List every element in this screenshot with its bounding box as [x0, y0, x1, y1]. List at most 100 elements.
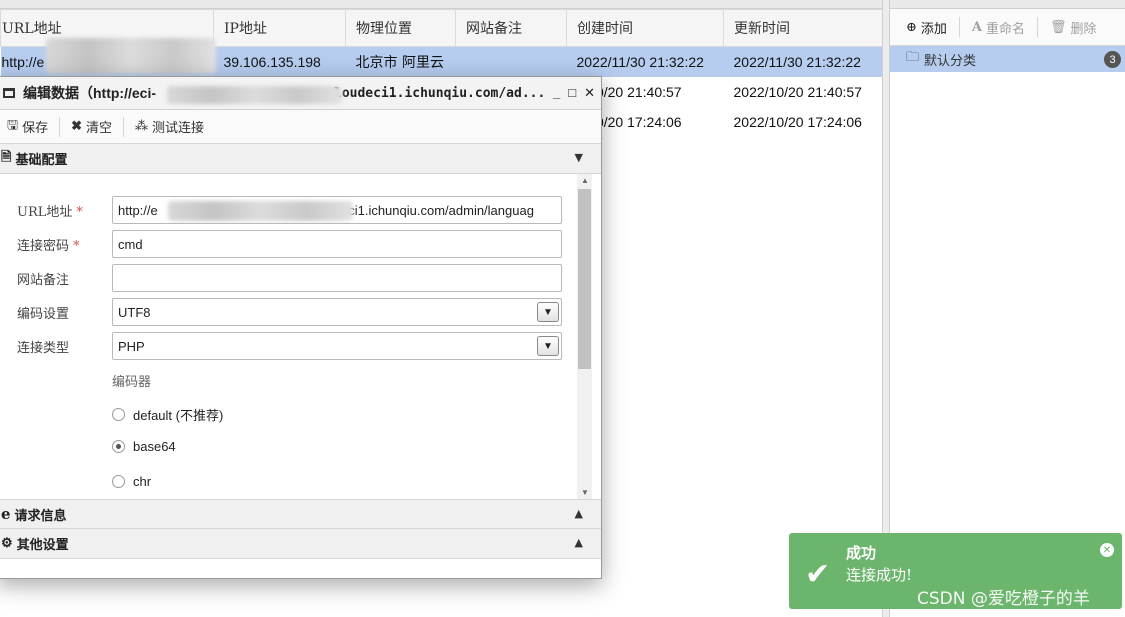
save-label: 保存: [22, 121, 49, 136]
scroll-up-icon[interactable]: ▲: [581, 176, 589, 185]
redaction-blur: [167, 86, 342, 104]
count-badge: 3: [1104, 51, 1121, 68]
plus-circle-icon: ⊕: [906, 19, 917, 35]
type-value: PHP: [118, 338, 145, 354]
encoder-option-label: default (不推荐): [133, 408, 224, 423]
watermark: CSDN @爱吃橙子的羊: [917, 589, 1090, 609]
password-label: 连接密码 *: [17, 238, 80, 254]
section-other-settings[interactable]: ⚙ 其他设置 ▲: [0, 529, 601, 559]
cell-updated: 2022/10/20 21:40:57: [733, 83, 862, 100]
dialog-title-suffix: loudeci1.ichunqiu.com/ad...: [334, 85, 546, 101]
url-value-suffix: deci1.ichunqiu.com/admin/languag: [333, 202, 534, 218]
encoding-select[interactable]: UTF8 ▼: [112, 298, 562, 326]
minimize-button[interactable]: _: [553, 85, 560, 101]
section-title: 请求信息: [14, 508, 67, 524]
trash-icon: 🗑: [1050, 19, 1067, 35]
section-basic-config[interactable]: 🗎 基础配置 ▼: [0, 144, 601, 174]
cell-created: 2022/11/30 21:32:22: [566, 46, 724, 77]
window-controls: _ □ ✕: [549, 85, 595, 101]
column-header-ip[interactable]: IP地址: [213, 9, 346, 47]
password-input[interactable]: cmd: [112, 230, 562, 258]
chevron-up-icon: ▲: [574, 507, 583, 520]
toolbar-divider: [958, 17, 960, 37]
toast-title: 成功: [846, 544, 877, 562]
window-icon: [3, 88, 15, 98]
category-item-label: 默认分类: [924, 53, 977, 69]
redaction-blur: [168, 201, 353, 221]
encoder-option-label: base64: [133, 439, 176, 454]
encoder-option-base64[interactable]: base64: [112, 439, 176, 454]
rename-label: 重命名: [986, 21, 1026, 37]
test-connection-button[interactable]: ⁂ 测试连接: [135, 117, 204, 136]
chevron-down-icon[interactable]: ▼: [537, 336, 559, 356]
scroll-down-icon[interactable]: ▼: [581, 488, 589, 497]
save-button[interactable]: 🖫 保存: [7, 116, 48, 138]
toolbar-divider: [123, 116, 125, 137]
url-value-prefix: http://e: [118, 202, 158, 218]
section-request-info[interactable]: e 请求信息 ▲: [0, 499, 601, 529]
toolbar-divider: [1037, 17, 1039, 37]
test-label: 测试连接: [152, 121, 205, 136]
redaction-blur: [46, 38, 216, 74]
url-label: URL地址 *: [17, 204, 83, 220]
edit-data-dialog: 编辑数据（http://eci- loudeci1.ichunqiu.com/a…: [0, 76, 602, 579]
column-header-location[interactable]: 物理位置: [345, 9, 456, 47]
ie-icon: e: [1, 505, 11, 523]
type-row: 连接类型 PHP ▼: [0, 332, 577, 360]
column-header-note[interactable]: 网站备注: [455, 9, 567, 47]
close-button[interactable]: ✕: [584, 85, 595, 101]
toolbar-divider: [59, 116, 61, 137]
encoder-option-default[interactable]: default (不推荐): [112, 405, 223, 424]
delete-category-button[interactable]: 🗑 删除: [1050, 18, 1097, 37]
delete-label: 删除: [1070, 21, 1097, 37]
category-title-bar: [890, 0, 1125, 9]
cell-note: [455, 46, 567, 77]
url-row: URL地址 * http://e deci1.ichunqiu.com/admin…: [0, 196, 577, 224]
chevron-down-icon[interactable]: ▼: [537, 302, 559, 322]
checkmark-icon: ✔: [805, 558, 831, 591]
radio-button-selected[interactable]: [112, 440, 125, 453]
encoding-value: UTF8: [118, 304, 151, 320]
category-panel: ⊕ 添加 A 重命名 🗑 删除 🗀 默认分类 3: [890, 0, 1125, 617]
note-row: 网站备注: [0, 264, 577, 292]
clear-button[interactable]: ✖ 清空: [71, 117, 112, 136]
encoder-label: 编码器: [112, 375, 152, 390]
form-scrollbar[interactable]: ▲ ▼: [577, 174, 592, 499]
column-header-created[interactable]: 创建时间: [566, 9, 724, 47]
cell-updated: 2022/10/20 17:24:06: [733, 113, 862, 130]
scroll-thumb[interactable]: [578, 189, 591, 369]
chevron-down-icon: ▼: [574, 151, 583, 164]
encoding-row: 编码设置 UTF8 ▼: [0, 298, 577, 326]
radio-button[interactable]: [112, 475, 125, 488]
password-row: 连接密码 * cmd: [0, 230, 577, 258]
close-x-icon: ✖: [71, 119, 82, 134]
encoder-option-chr[interactable]: chr: [112, 474, 151, 489]
type-label: 连接类型: [17, 340, 70, 356]
folder-icon: 🗀: [906, 50, 920, 65]
toast-message: 连接成功!: [846, 566, 913, 584]
note-input[interactable]: [112, 264, 562, 292]
encoder-option-label: chr: [133, 474, 152, 489]
document-icon: 🗎: [1, 149, 12, 165]
cell-ip: 39.106.135.198: [213, 46, 346, 77]
column-header-updated[interactable]: 更新时间: [723, 9, 883, 47]
connection-type-select[interactable]: PHP ▼: [112, 332, 562, 360]
url-input[interactable]: http://e deci1.ichunqiu.com/admin/langua…: [112, 196, 562, 224]
close-icon[interactable]: ✕: [1100, 543, 1114, 557]
add-label: 添加: [920, 21, 947, 37]
section-title: 基础配置: [15, 153, 68, 168]
panel-title-bar: [0, 0, 882, 9]
gears-icon: ⚙: [1, 536, 13, 551]
section-title: 其他设置: [16, 538, 69, 553]
category-toolbar: ⊕ 添加 A 重命名 🗑 删除: [890, 9, 1125, 46]
save-icon: 🖫: [7, 117, 19, 133]
panel-splitter[interactable]: [882, 0, 890, 617]
spinner-icon: ⁂: [135, 119, 149, 134]
category-item-default[interactable]: 🗀 默认分类 3: [890, 46, 1125, 72]
rename-category-button[interactable]: A 重命名: [972, 18, 1025, 37]
maximize-button[interactable]: □: [568, 85, 576, 101]
radio-button[interactable]: [112, 408, 125, 421]
encoding-label: 编码设置: [17, 306, 70, 322]
note-label: 网站备注: [17, 272, 70, 288]
add-category-button[interactable]: ⊕ 添加: [906, 18, 947, 37]
